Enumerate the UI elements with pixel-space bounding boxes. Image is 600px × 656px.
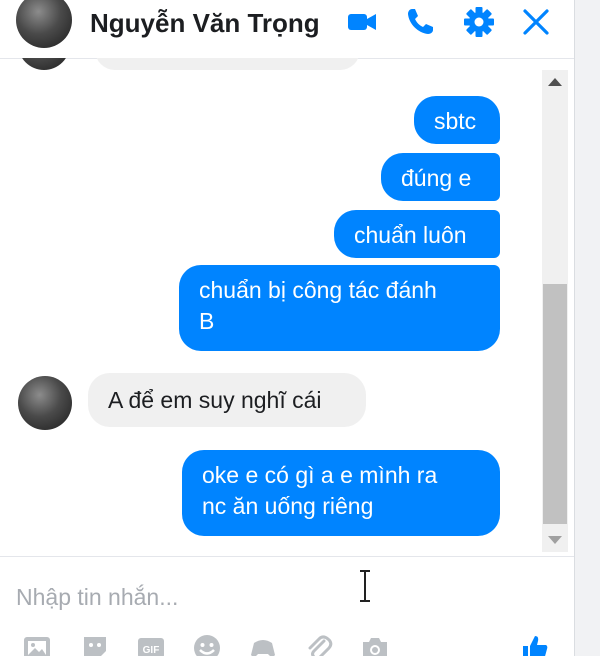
gear-icon[interactable] — [463, 6, 495, 38]
phone-icon[interactable] — [404, 6, 436, 38]
photo-icon[interactable] — [22, 633, 52, 656]
scrollbar[interactable] — [542, 70, 568, 552]
camera-icon[interactable] — [360, 633, 390, 656]
text-cursor-icon — [360, 570, 370, 602]
contact-name[interactable]: Nguyễn Văn Trọng — [90, 8, 320, 39]
chat-window: Nguyễn Văn Trọng sbtc đúng e chuẩn luôn … — [0, 0, 574, 656]
sticker-icon[interactable] — [80, 633, 110, 656]
close-icon[interactable] — [520, 6, 552, 38]
avatar — [18, 58, 70, 70]
message-bubble-out[interactable]: đúng e — [381, 153, 500, 201]
message-input[interactable] — [16, 579, 536, 615]
gif-icon[interactable]: GIF — [136, 633, 166, 656]
message-bubble-out[interactable]: sbtc — [414, 96, 500, 144]
game-icon[interactable] — [248, 633, 278, 656]
scroll-up-arrow[interactable] — [548, 78, 562, 86]
avatar[interactable] — [16, 0, 72, 48]
message-bubble-out[interactable]: chuẩn bị công tác đánh B — [179, 265, 500, 351]
avatar[interactable] — [18, 376, 72, 430]
gif-label: GIF — [143, 645, 160, 656]
message-bubble-out[interactable]: oke e có gì a e mình ra nc ăn uống riêng — [182, 450, 500, 536]
scroll-thumb[interactable] — [543, 284, 567, 524]
chat-header: Nguyễn Văn Trọng — [0, 0, 574, 59]
attach-icon[interactable] — [304, 633, 334, 656]
message-bubble-partial — [95, 58, 360, 70]
scroll-down-arrow[interactable] — [548, 536, 562, 544]
message-list: sbtc đúng e chuẩn luôn chuẩn bị công tác… — [0, 58, 542, 556]
emoji-icon[interactable] — [192, 633, 222, 656]
message-bubble-out[interactable]: chuẩn luôn — [334, 210, 500, 258]
video-call-icon[interactable] — [346, 6, 378, 38]
page-background-strip — [574, 0, 600, 656]
composer: GIF — [0, 556, 574, 656]
message-bubble-in[interactable]: A để em suy nghĩ cái — [88, 373, 366, 427]
like-icon[interactable] — [520, 633, 550, 656]
